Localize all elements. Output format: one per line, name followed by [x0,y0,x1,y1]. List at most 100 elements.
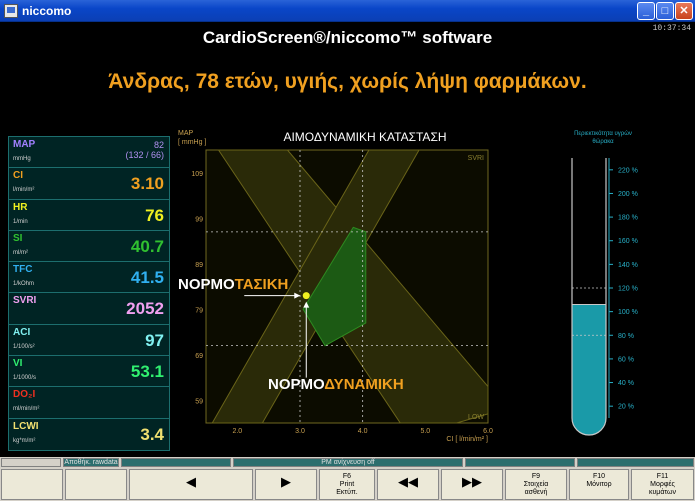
fkey-label: F11 [656,473,669,480]
f11-waveforms-button[interactable]: F11 Μορφές κυμάτων [631,469,694,500]
param-name: SI [13,232,23,244]
param-name: ACI [13,326,31,338]
x-tick-label-0: 2.0 [232,428,242,435]
param-unit: kg*m/m² [13,437,36,444]
next-button[interactable]: ▶ [255,469,317,500]
app-icon [4,4,18,18]
prev-button[interactable]: ◀ [129,469,253,500]
f6-print-button[interactable]: F6 Print Εκτύπ. [319,469,375,500]
maximize-button[interactable]: □ [656,2,674,20]
param-row-ci[interactable]: CI l/min/m² 3.10 [9,168,169,200]
fkey-sub: Μορφές [650,481,675,488]
param-row-lcwi[interactable]: LCWI kg*m/m² 3.4 [9,419,169,450]
gauge-tick-label-4: 140 % [618,262,638,269]
param-row-si[interactable]: SI ml/m² 40.7 [9,231,169,263]
fkey-sub: Στοιχεία [523,481,549,488]
param-unit: 1/1000/s [13,375,37,382]
gauge-tick-label-7: 80 % [618,333,634,340]
thoracic-fluid-gauge: 220 % 200 % 180 % 160 % 140 % 120 % 100 % 80 % 6… [571,158,638,436]
param-value: 40.7 [130,236,164,256]
y-tick-label-1: 69 [195,353,203,360]
fkey-label: F9 [531,473,541,480]
rewind-button[interactable]: ◀◀ [377,469,439,500]
param-unit: ml/m² [13,249,28,256]
patient-point [302,292,310,300]
map-mean: 82 [153,140,164,150]
gauge-title: Περιεκτικότητα υγρών θώρακα [548,130,658,146]
y-axis-unit: [ mmHg ] [178,139,207,146]
y-tick-label-0: 59 [195,398,203,405]
fkey-sub: Μόνιτορ [586,481,612,488]
arrow-left-icon: ◀ [186,474,196,489]
gauge-title-line2: θώρακα [592,139,614,145]
subject-description: Άνδρας, 78 ετών, υγιής, χωρίς λήψη φαρμά… [108,70,587,93]
region-label-low: LOW [468,414,484,421]
param-value: 53.1 [130,362,164,382]
fkey-blank-1[interactable] [1,469,63,500]
f9-patient-data-button[interactable]: F9 Στοιχεία ασθενή [505,469,567,500]
param-name: DO₂I [13,389,36,401]
normodynamic-label: ΝΟΡΜΟΔΥΝΑΜΙΚΗ [268,376,404,393]
param-value: 2052 [126,299,164,319]
param-row-map[interactable]: MAP mmHg 82 (132 / 66) [9,137,169,169]
gauge-tick-label-3: 160 % [618,238,638,245]
x-tick-label-3: 5.0 [420,428,430,435]
normotensive-label: ΝΟΡΜΟΤΑΣΙΚΗ [178,276,288,293]
status-cell-empty [1,458,61,467]
gauge-tick-label-10: 20 % [618,404,634,411]
param-row-aci[interactable]: ACI 1/100/s² 97 [9,325,169,357]
param-row-svri[interactable]: SVRI 2052 [9,293,169,325]
param-unit: 1/kOhm [13,281,35,288]
gauge-tick-label-2: 180 % [618,215,638,222]
gauge-title-line1: Περιεκτικότητα υγρών [574,131,632,137]
status-cell [121,458,231,467]
x-tick-label-1: 3.0 [295,428,305,435]
y-tick-label-2: 79 [195,307,203,314]
fkey-sub2: κυμάτων [648,489,677,496]
f10-monitor-button[interactable]: F10 Μόνιτορ [569,469,629,500]
fast-forward-button[interactable]: ▶▶ [441,469,503,500]
normotensive-prefix: ΝΟΡΜΟ [178,276,235,293]
param-unit: l/min/m² [13,187,35,194]
minimize-button[interactable]: _ [637,2,655,20]
fkey-label: F6 [342,473,352,480]
window-title: niccomo [22,4,72,18]
app-title: CardioScreen®/niccomo™ software [202,28,493,47]
map-sys-dia: (132 / 66) [125,150,164,160]
param-unit: 1/100/s² [13,343,35,350]
param-name: MAP [13,139,36,150]
status-bar: Αποθήκ. rawdata PM ανίχνευση off [0,457,695,468]
param-value: 41.5 [130,268,164,288]
gauge-fill [572,304,606,435]
param-row-vi[interactable]: VI 1/1000/s 53.1 [9,356,169,388]
y-tick-label-5: 109 [191,171,203,178]
close-button[interactable]: ✕ [675,2,693,20]
y-axis-label: MAP [ mmHg ] [178,129,206,147]
normotensive-suffix: ΤΑΣΙΚΗ [234,276,289,293]
normodynamic-prefix: ΝΟΡΜΟ [268,376,325,393]
fkey-sub2: ασθενή [524,489,548,496]
arrow-right-icon: ▶ [281,474,291,489]
fkey-blank-2[interactable] [65,469,127,500]
param-name: HR [13,201,28,213]
param-unit: ml/min/m² [13,406,40,413]
param-row-hr[interactable]: HR 1/min 76 [9,200,169,231]
param-value: 97 [145,330,164,350]
param-name: CI [13,170,23,182]
x-tick-label-4: 6.0 [483,428,493,435]
param-row-do2i[interactable]: DO₂I ml/min/m² [9,387,169,419]
gauge-tick-label-8: 60 % [618,356,634,363]
y-tick-label-3: 89 [195,262,203,269]
param-row-tfc[interactable]: TFC 1/kOhm 41.5 [9,262,169,294]
param-value: 76 [145,205,164,225]
chart-title: ΑΙΜΟΔΥΝΑΜΙΚΗ ΚΑΤΑΣΤΑΣΗ [283,130,447,144]
y-axis-name: MAP [178,130,194,137]
status-cell [465,458,575,467]
gauge-tick-label-9: 40 % [618,380,634,387]
y-tick-label-4: 99 [195,216,203,223]
gauge-tick-label-5: 120 % [618,286,638,293]
window-titlebar[interactable]: niccomo _ □ ✕ [0,0,695,22]
fkey-sub: Print [339,481,355,488]
status-cell [577,458,694,467]
gauge-tick-label-1: 200 % [618,191,638,198]
